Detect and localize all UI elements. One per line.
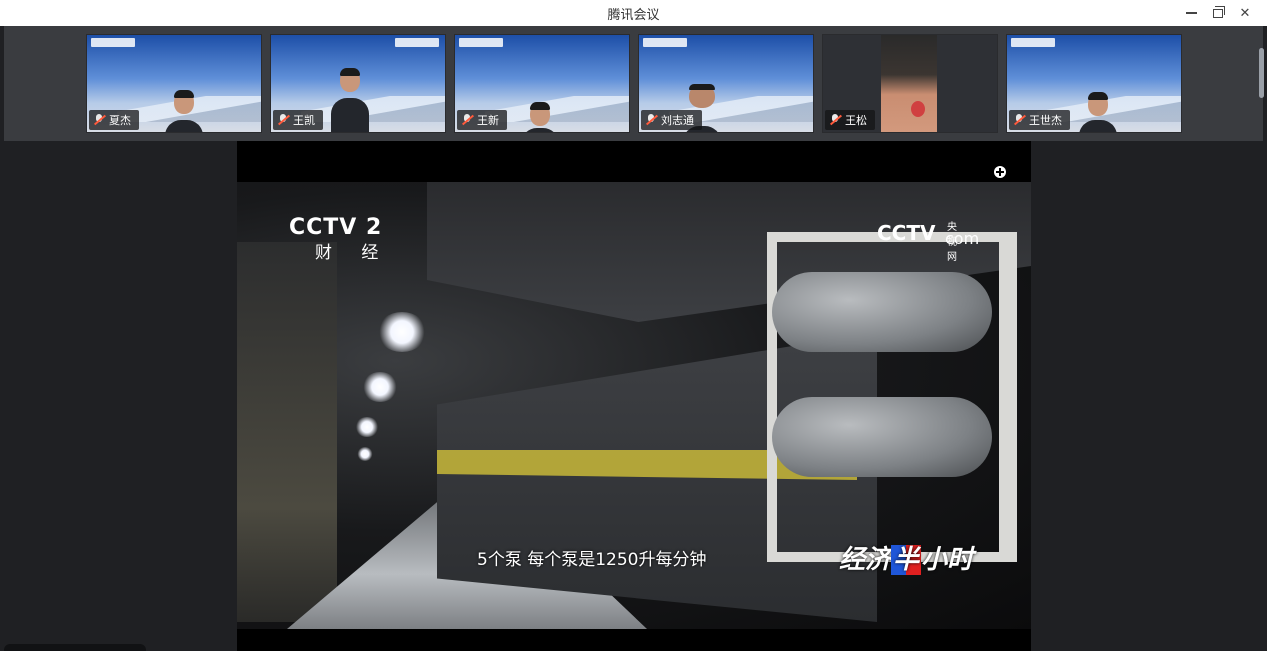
participant-video-detail	[911, 101, 925, 117]
channel-sub-text: 财 经	[315, 243, 391, 263]
program-logo-c: 小时	[921, 545, 974, 575]
shared-screen[interactable]: CCTV 2 财 经 CCTV 央视网 com 5个泵 每个泵是1250升每分钟…	[237, 141, 1031, 651]
name-badge: 王松	[825, 110, 875, 130]
tunnel-wall	[237, 242, 337, 622]
site-logo-com: com	[945, 229, 980, 248]
name-badge: 王新	[457, 110, 507, 130]
participant-tile-6[interactable]: 王世杰	[1006, 34, 1182, 133]
participant-name: 刘志通	[661, 114, 694, 127]
program-logo: 经济半小时	[839, 539, 973, 576]
restore-icon	[1213, 5, 1225, 18]
company-logo	[643, 38, 687, 47]
program-logo-a: 经济	[839, 545, 892, 575]
video-subtitle: 5个泵 每个泵是1250升每分钟	[477, 550, 707, 570]
participant-name: 王世杰	[1029, 114, 1062, 127]
cctv2-logo: CCTV 2 财 经	[289, 215, 390, 263]
participant-strip: 夏杰 王凯 王新 刘志通 王松 王世杰	[4, 26, 1263, 141]
mic-muted-icon	[93, 114, 105, 126]
participant-video	[331, 62, 369, 132]
name-badge: 王世杰	[1009, 110, 1070, 130]
participant-tile-2[interactable]: 王凯	[270, 34, 446, 133]
lamp	[377, 312, 427, 352]
mic-muted-icon	[829, 114, 841, 126]
lamp	[362, 372, 398, 402]
company-logo	[395, 38, 439, 47]
tank	[772, 272, 992, 352]
participant-tile-3[interactable]: 王新	[454, 34, 630, 133]
mic-muted-icon	[277, 114, 289, 126]
mic-muted-icon	[1013, 114, 1025, 126]
participant-tile-1[interactable]: 夏杰	[86, 34, 262, 133]
zoom-view-icon[interactable]	[994, 166, 1006, 178]
lamp	[355, 417, 379, 437]
lamp	[357, 447, 373, 461]
name-badge: 刘志通	[641, 110, 702, 130]
minimize-icon	[1185, 12, 1197, 14]
minimize-button[interactable]	[1178, 0, 1204, 26]
close-button[interactable]: ✕	[1232, 0, 1258, 26]
participant-tile-4[interactable]: 刘志通	[638, 34, 814, 133]
cctv-com-logo: CCTV 央视网 com	[877, 221, 979, 263]
participant-name: 王新	[477, 114, 499, 127]
window-title: 腾讯会议	[607, 8, 660, 23]
strip-scrollbar[interactable]	[1259, 48, 1264, 98]
company-logo	[91, 38, 135, 47]
close-icon: ✕	[1239, 5, 1251, 21]
name-badge: 王凯	[273, 110, 323, 130]
participant-video	[1079, 92, 1117, 132]
participant-name: 夏杰	[109, 114, 131, 127]
participant-video	[881, 35, 937, 132]
participant-video	[165, 90, 203, 132]
restore-button[interactable]	[1205, 0, 1231, 26]
channel-logo-text: CCTV 2	[289, 215, 383, 240]
name-badge: 夏杰	[89, 110, 139, 130]
participant-name: 王松	[845, 114, 867, 127]
participant-video	[521, 102, 559, 132]
company-logo	[1011, 38, 1055, 47]
participant-tile-5[interactable]: 王松	[822, 34, 998, 133]
participant-name: 王凯	[293, 114, 315, 127]
mic-muted-icon	[461, 114, 473, 126]
title-bar: 腾讯会议 ✕	[0, 0, 1267, 26]
mic-muted-icon	[645, 114, 657, 126]
program-logo-b: 半	[891, 545, 922, 575]
site-logo-text: CCTV	[877, 221, 936, 245]
tank	[772, 397, 992, 477]
company-logo	[459, 38, 503, 47]
bottom-corner-widget[interactable]	[4, 644, 146, 651]
shared-video: CCTV 2 财 经 CCTV 央视网 com 5个泵 每个泵是1250升每分钟…	[237, 182, 1031, 629]
